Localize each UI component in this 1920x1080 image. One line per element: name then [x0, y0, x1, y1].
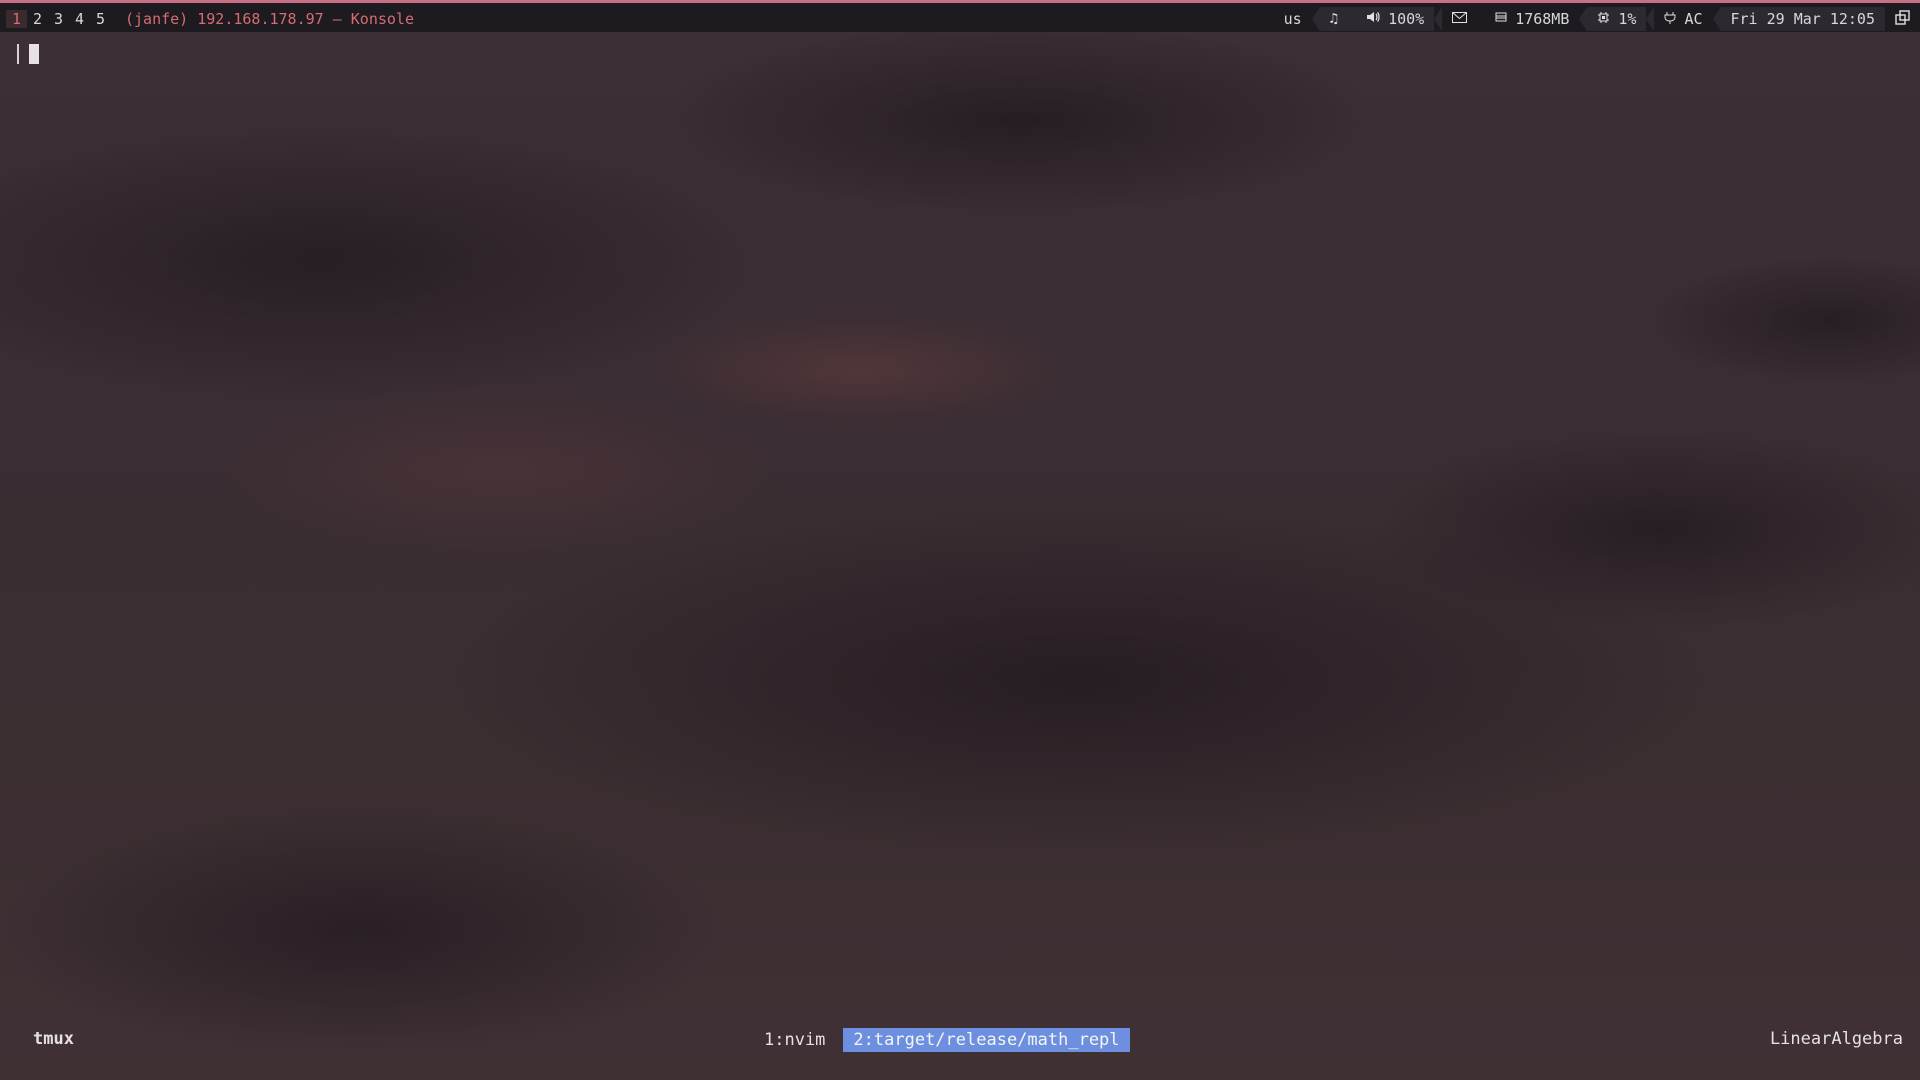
volume-module[interactable]: 100% [1356, 7, 1435, 31]
keyboard-layout-label: us [1283, 10, 1302, 28]
tmux-window-math-repl[interactable]: 2:target/release/math_repl [843, 1028, 1130, 1052]
keyboard-layout[interactable]: us [1274, 7, 1312, 31]
cpu-icon [1597, 11, 1610, 28]
separator [1579, 7, 1588, 31]
cpu-value: 1% [1618, 10, 1637, 28]
tray-module[interactable] [1885, 7, 1920, 31]
active-window-title: (janfe) 192.168.178.97 — Konsole [125, 10, 414, 28]
tray-window-icon [1895, 9, 1910, 29]
separator [1646, 7, 1655, 31]
tmux-host-name: LinearAlgebra [1769, 1029, 1903, 1049]
clock-value: Fri 29 Mar 12:05 [1730, 10, 1876, 28]
clock-module[interactable]: Fri 29 Mar 12:05 [1720, 7, 1885, 31]
separator [1712, 7, 1721, 31]
workspace-3[interactable]: 3 [48, 10, 69, 28]
music-note-icon: ♫ [1329, 11, 1339, 27]
separator [1311, 7, 1320, 31]
memory-module[interactable]: 1768MB [1485, 7, 1579, 31]
tmux-session-name: tmux [33, 1029, 74, 1049]
workspace-1[interactable]: 1 [6, 10, 27, 28]
volume-value: 100% [1388, 10, 1425, 28]
power-plug-icon [1664, 11, 1676, 28]
mail-module[interactable] [1442, 7, 1485, 31]
music-module[interactable]: ♫ [1319, 7, 1357, 31]
status-modules: us ♫ 100% 1768MB 1% AC Fri 29 Mar 12:05 [1274, 7, 1920, 31]
workspace-4[interactable]: 4 [69, 10, 90, 28]
shell-prompt [17, 44, 39, 64]
mail-icon [1452, 11, 1468, 27]
terminal-area[interactable] [0, 32, 1920, 1036]
tmux-window-nvim[interactable]: 1:nvim [754, 1028, 835, 1052]
power-module[interactable]: AC [1654, 7, 1712, 31]
text-cursor [29, 44, 39, 64]
workspace-5[interactable]: 5 [90, 10, 111, 28]
memory-icon [1495, 11, 1507, 27]
top-panel: 1 2 3 4 5 (janfe) 192.168.178.97 — Konso… [0, 0, 1920, 32]
separator [1434, 7, 1443, 31]
tmux-window-list: 1:nvim 2:target/release/math_repl [754, 1026, 1130, 1054]
workspace-2[interactable]: 2 [27, 10, 48, 28]
power-value: AC [1684, 10, 1703, 28]
workspace-bar: 1 2 3 4 5 (janfe) 192.168.178.97 — Konso… [6, 7, 414, 31]
memory-value: 1768MB [1515, 10, 1570, 28]
tmux-status-bar: tmux 1:nvim 2:target/release/math_repl L… [0, 1026, 1920, 1054]
prompt-marker [17, 44, 19, 64]
speaker-icon [1366, 10, 1380, 28]
cpu-module[interactable]: 1% [1587, 7, 1647, 31]
